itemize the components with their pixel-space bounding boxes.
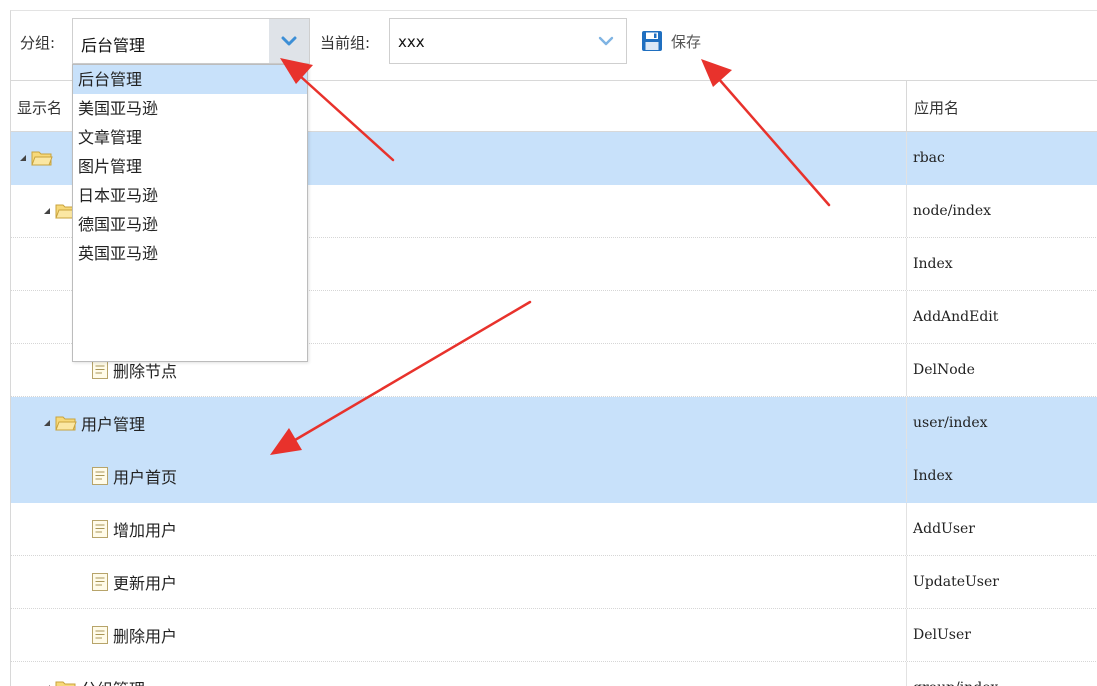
column-divider	[906, 291, 907, 343]
cell-app-name: Index	[913, 468, 953, 484]
column-header-name[interactable]: 显示名	[17, 97, 62, 118]
column-divider	[906, 450, 907, 502]
row-name-label: 分组管理	[81, 676, 145, 686]
table-row[interactable]: 删除用户 DelUser	[11, 609, 1097, 662]
column-header-app[interactable]: 应用名	[914, 97, 959, 118]
group-combobox[interactable]: 后台管理	[72, 18, 310, 64]
chevron-down-icon	[281, 36, 297, 46]
column-divider	[906, 503, 907, 555]
column-divider	[906, 344, 907, 396]
table-row[interactable]: 分组管理 group/index	[11, 662, 1097, 686]
cell-app-name: AddUser	[913, 521, 975, 537]
cell-app-name: DelNode	[913, 362, 975, 378]
column-divider	[906, 556, 907, 608]
group-combobox-toggle[interactable]	[269, 19, 309, 63]
document-icon	[92, 467, 108, 485]
floppy-disk-icon	[642, 31, 662, 51]
current-group-combobox-value: xxx	[398, 33, 425, 51]
folder-open-icon	[55, 681, 76, 686]
table-row[interactable]: 增加用户 AddUser	[11, 503, 1097, 556]
row-name-label: 用户首页	[113, 468, 178, 487]
row-name-label: 更新用户	[113, 574, 178, 593]
row-name-label: 增加用户	[113, 521, 178, 540]
triangle-expanded-icon[interactable]	[43, 207, 51, 215]
cell-app-name: DelUser	[913, 627, 971, 643]
cell-display-name: 用户管理	[43, 397, 145, 449]
cell-app-name: AddAndEdit	[913, 309, 999, 325]
document-icon	[92, 626, 108, 644]
cell-app-name: group/index	[913, 662, 998, 686]
dropdown-option[interactable]: 德国亚马逊	[73, 210, 307, 239]
column-divider	[906, 662, 907, 686]
column-divider	[906, 397, 907, 449]
dropdown-option[interactable]: 后台管理	[73, 65, 307, 94]
group-combobox-value: 后台管理	[81, 36, 146, 55]
folder-open-icon	[31, 151, 53, 166]
triangle-expanded-icon[interactable]	[43, 419, 51, 427]
app-window: 分组: 后台管理 当前组: xxx 保存 显示名 应用名 rbac node/i…	[0, 0, 1097, 686]
folder-open-icon	[55, 416, 77, 431]
document-icon	[92, 361, 108, 379]
dropdown-option[interactable]: 日本亚马逊	[73, 181, 307, 210]
table-row[interactable]: 用户管理 user/index	[11, 397, 1097, 450]
table-row[interactable]: 更新用户 UpdateUser	[11, 556, 1097, 609]
save-button-label: 保存	[671, 32, 702, 51]
cell-display-name: 用户首页	[91, 450, 177, 502]
dropdown-option[interactable]: 文章管理	[73, 123, 307, 152]
group-dropdown-list: 后台管理 美国亚马逊 文章管理 图片管理 日本亚马逊 德国亚马逊 英国亚马逊	[72, 64, 308, 362]
column-divider	[906, 238, 907, 290]
cell-app-name: UpdateUser	[913, 574, 999, 590]
cell-app-name: rbac	[913, 150, 945, 166]
row-name-label: 用户管理	[81, 415, 146, 434]
dropdown-option[interactable]: 美国亚马逊	[73, 94, 307, 123]
current-group-combobox-toggle[interactable]	[586, 19, 626, 63]
column-divider	[906, 185, 907, 237]
cell-display-name	[19, 132, 57, 184]
document-icon	[92, 520, 108, 538]
cell-display-name: 增加用户	[91, 503, 177, 555]
chevron-down-icon	[598, 36, 614, 46]
document-icon	[92, 573, 108, 591]
cell-app-name: node/index	[913, 203, 992, 219]
column-divider	[906, 132, 907, 184]
cell-app-name: user/index	[913, 415, 988, 431]
save-button[interactable]: 保存	[641, 29, 701, 53]
cell-display-name: 删除用户	[91, 609, 177, 661]
cell-display-name: 更新用户	[91, 556, 177, 608]
cell-app-name: Index	[913, 256, 953, 272]
current-group-label: 当前组:	[320, 34, 371, 52]
row-name-label: 删除用户	[113, 627, 178, 646]
cell-display-name: 分组管理	[43, 662, 145, 686]
column-divider	[906, 609, 907, 661]
dropdown-option[interactable]: 英国亚马逊	[73, 239, 307, 268]
current-group-combobox[interactable]: xxx	[389, 18, 627, 64]
column-divider[interactable]	[906, 81, 907, 131]
group-label: 分组:	[20, 34, 56, 52]
table-row[interactable]: 用户首页 Index	[11, 450, 1097, 503]
triangle-expanded-icon[interactable]	[19, 154, 27, 162]
dropdown-option[interactable]: 图片管理	[73, 152, 307, 181]
